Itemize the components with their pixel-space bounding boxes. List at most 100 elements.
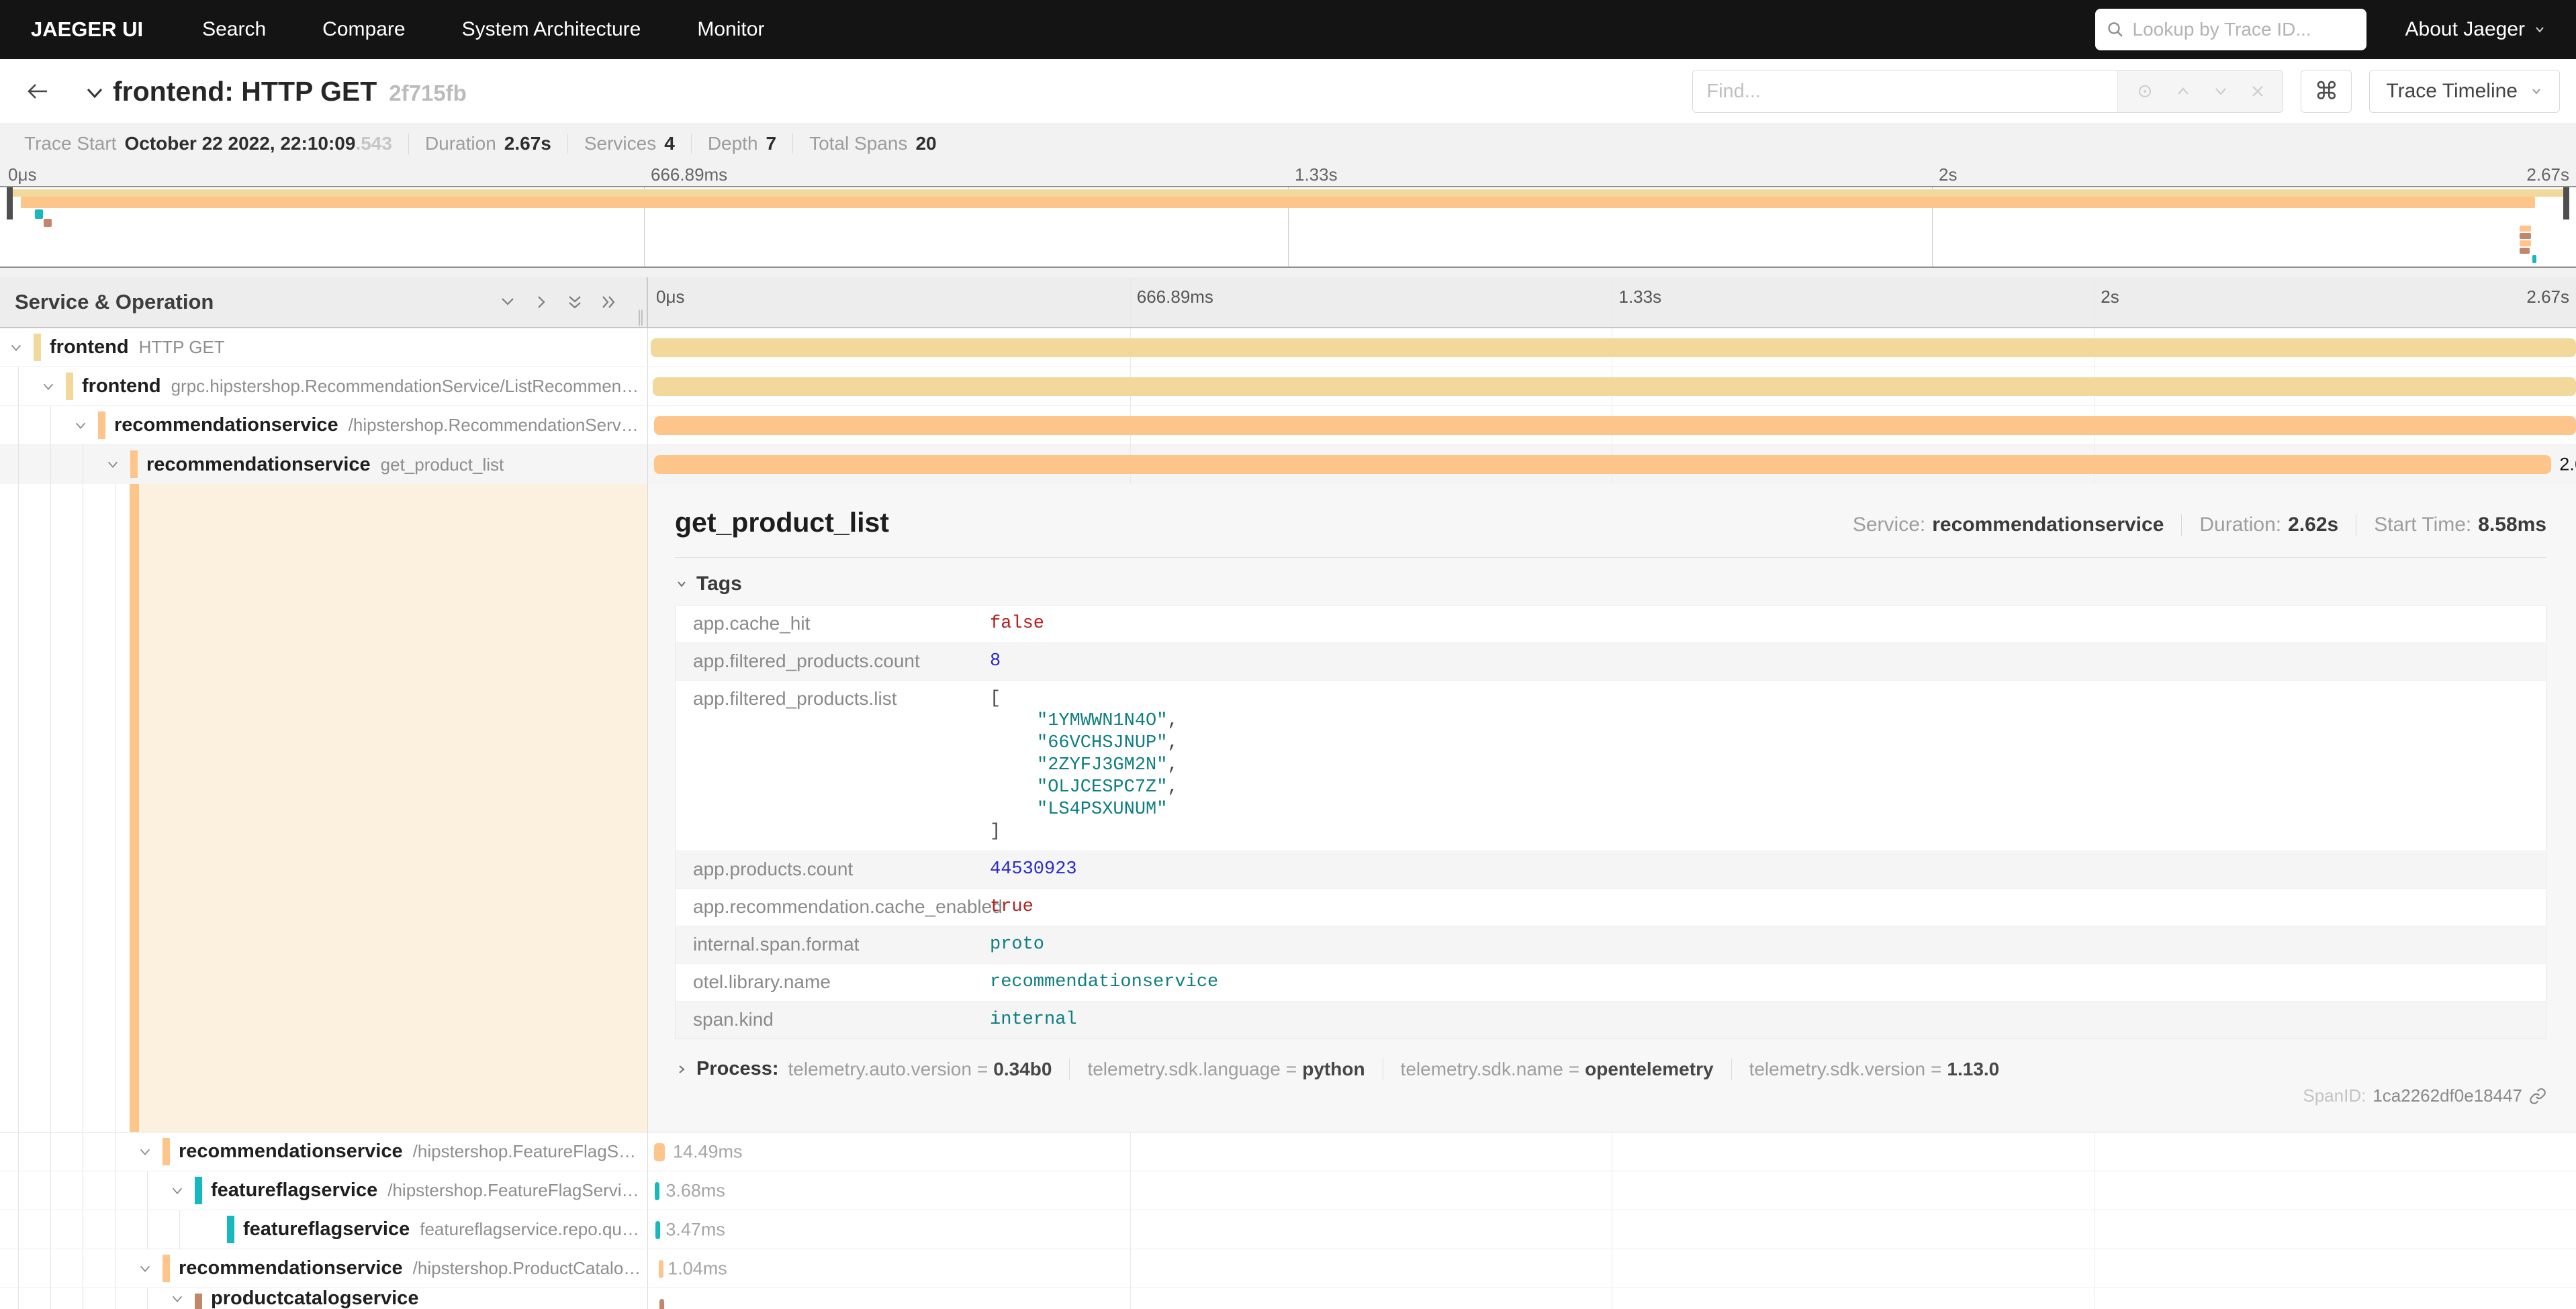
tag-row[interactable]: span.kindinternal (676, 1002, 2546, 1038)
span-row-left: featureflagservicefeatureflagservice.rep… (0, 1210, 648, 1249)
tag-row[interactable]: otel.library.namerecommendationservice (676, 964, 2546, 1002)
span-duration-bar[interactable] (654, 1143, 665, 1161)
span-row[interactable]: recommendationservice/hipstershop.Produc… (0, 1249, 2576, 1288)
span-names: recommendationserviceget_product_list (146, 445, 642, 484)
span-expand-chevron-icon[interactable] (9, 340, 24, 355)
tag-row[interactable]: app.filtered_products.count8 (676, 643, 2546, 681)
find-input[interactable] (1693, 70, 2117, 112)
span-expand-chevron-icon[interactable] (170, 1183, 185, 1198)
trace-minimap[interactable] (0, 186, 2576, 268)
tag-value: 44530923 (990, 859, 1077, 881)
detail-meta-label: Duration: (2199, 514, 2281, 536)
tag-row[interactable]: app.filtered_products.list["1YMWWN1N4O",… (676, 681, 2546, 851)
expand-all-icon[interactable] (600, 293, 617, 311)
span-row-left: recommendationservice/hipstershop.Featur… (0, 1132, 648, 1171)
span-row[interactable]: recommendationservice/hipstershop.Featur… (0, 1132, 2576, 1171)
service-color-bar (98, 411, 105, 439)
tag-row[interactable]: app.products.count44530923 (676, 851, 2546, 889)
service-color-bar (130, 450, 138, 478)
minimap-right-drag-handle[interactable] (2563, 187, 2569, 220)
indent-guide (18, 1210, 19, 1249)
topnav-item-system-architecture[interactable]: System Architecture (462, 18, 641, 41)
service-name: recommendationservice (179, 1257, 403, 1279)
minimap-span-band (2532, 255, 2536, 263)
span-row[interactable]: recommendationserviceget_product_list2.6… (0, 445, 2576, 484)
minimap-left-drag-handle[interactable] (7, 187, 13, 220)
span-row[interactable]: featureflagservicefeatureflagservice.rep… (0, 1210, 2576, 1249)
tag-key: internal.span.format (676, 934, 990, 956)
collapse-one-icon[interactable] (499, 293, 516, 311)
column-resize-handle[interactable]: ∥ (637, 307, 643, 327)
tags-section-toggle[interactable]: Tags (675, 573, 2546, 595)
tag-row[interactable]: internal.span.formatproto (676, 926, 2546, 964)
span-expand-chevron-icon[interactable] (105, 457, 120, 472)
indent-guide (18, 1132, 19, 1171)
indent-guide (50, 445, 51, 484)
topnav-item-compare[interactable]: Compare (322, 18, 405, 41)
collapse-all-icon[interactable] (566, 293, 584, 311)
indent-guide (18, 367, 19, 405)
trace-collapse-chevron-icon[interactable] (83, 83, 106, 103)
span-duration-bar[interactable] (659, 1260, 663, 1278)
span-expand-chevron-icon[interactable] (73, 418, 88, 433)
span-names: recommendationservice/hipstershop.Featur… (179, 1132, 642, 1171)
tag-key: app.filtered_products.list (676, 688, 990, 843)
span-expand-chevron-icon[interactable] (41, 379, 56, 394)
indent-guide (115, 1171, 116, 1210)
trace-view-selector[interactable]: Trace Timeline (2369, 70, 2560, 113)
span-duration-bar[interactable] (655, 1182, 659, 1200)
tag-row[interactable]: app.cache_hitfalse (676, 605, 2546, 643)
about-jaeger-menu[interactable]: About Jaeger (2405, 18, 2546, 41)
span-row[interactable]: frontend HTTP GET (0, 328, 2576, 367)
about-jaeger-label: About Jaeger (2405, 18, 2525, 41)
indent-guide (18, 1288, 19, 1309)
keyboard-shortcuts-button[interactable]: ⌘ (2301, 70, 2352, 113)
tag-row[interactable]: app.recommendation.cache_enabledtrue (676, 889, 2546, 926)
ruler-tick: 2s (1939, 164, 1957, 185)
topnav-item-monitor[interactable]: Monitor (697, 18, 764, 41)
back-button[interactable] (0, 79, 75, 104)
span-row[interactable]: featureflagservice/hipstershop.FeatureFl… (0, 1171, 2576, 1210)
operation-name: HTTP GET (139, 337, 225, 358)
service-name: frontend (50, 336, 129, 358)
app-brand[interactable]: JAEGER UI (31, 17, 143, 42)
span-row-left: recommendationservice/hipstershop.Produc… (0, 1249, 648, 1288)
detail-divider (675, 557, 2546, 558)
span-duration-bar[interactable] (651, 338, 2576, 357)
expand-one-icon[interactable] (533, 293, 550, 311)
process-equals: = (1569, 1059, 1579, 1080)
operation-name: featureflagservice.repo.query:featurefla… (420, 1219, 642, 1240)
service-color-bar (66, 373, 73, 400)
indent-guide (147, 1288, 148, 1309)
span-expand-chevron-icon[interactable] (138, 1261, 152, 1276)
span-row[interactable]: frontendgrpc.hipstershop.RecommendationS… (0, 367, 2576, 406)
span-id-label: SpanID: (2303, 1085, 2366, 1106)
span-duration-bar[interactable] (654, 455, 2551, 474)
span-expand-chevron-icon[interactable] (138, 1145, 152, 1159)
timeline-collapse-controls (499, 293, 647, 311)
detail-meta-value: 8.58ms (2478, 514, 2546, 536)
indent-guide (115, 1288, 116, 1309)
ruler-tick: 1.33s (1619, 287, 1662, 307)
tag-value: false (990, 613, 1044, 635)
trace-id-lookup[interactable] (2095, 9, 2366, 50)
trace-id-lookup-input[interactable] (2131, 18, 2356, 41)
span-duration-bar[interactable] (654, 416, 2576, 435)
process-entry: telemetry.sdk.name=opentelemetry (1383, 1059, 1731, 1080)
process-row[interactable]: Process: telemetry.auto.version=0.34b0te… (675, 1058, 2546, 1080)
trace-stat-label: Services (584, 133, 656, 154)
span-duration-bar[interactable] (653, 377, 2576, 396)
trace-timeline-body: frontend HTTP GET frontendgrpc.hipstershop… (0, 328, 2576, 1309)
indent-guide (18, 445, 19, 484)
json-string: "2ZYFJ3GM2N" (1037, 755, 1167, 775)
trace-stat-value: 2.67s (504, 133, 551, 154)
deep-link-icon[interactable] (2529, 1087, 2546, 1105)
span-row[interactable]: recommendationservice/hipstershop.Recomm… (0, 406, 2576, 445)
span-detail-tint (139, 484, 647, 1132)
service-color-bar (163, 1138, 170, 1165)
span-duration-bar[interactable] (655, 1221, 660, 1239)
span-row[interactable]: productcatalogservice (0, 1288, 2576, 1309)
operation-name: /hipstershop.FeatureFlagService/GetFlag (413, 1141, 642, 1162)
span-expand-chevron-icon[interactable] (170, 1292, 185, 1306)
topnav-item-search[interactable]: Search (202, 18, 266, 41)
